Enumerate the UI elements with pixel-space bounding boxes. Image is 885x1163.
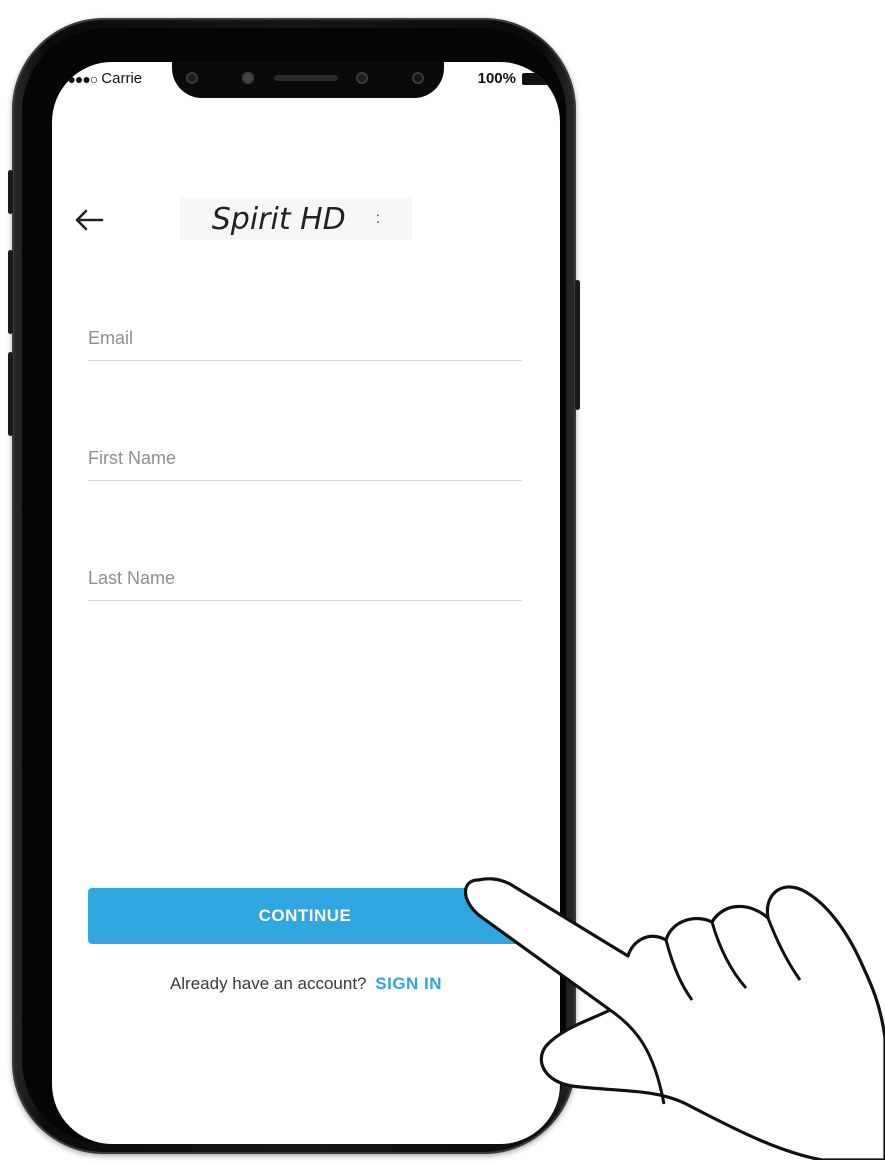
email-field[interactable]	[88, 316, 522, 360]
carrier-label: Carrie	[101, 70, 143, 87]
page-title-container: Spirit HD :	[180, 198, 412, 240]
phone-frame: ●●●●○ Carrie 100% Spirit HD: Email Firs…	[8, 18, 580, 1154]
sign-in-link[interactable]: SIGN IN	[375, 974, 442, 993]
signin-row: Already have an account? SIGN IN	[52, 974, 560, 994]
signal-dots-icon: ●●●●○	[60, 70, 98, 87]
status-bar-right: 100%	[478, 70, 556, 87]
title-suffix: :	[375, 210, 381, 227]
arrow-left-icon[interactable]	[74, 208, 104, 232]
mute-switch	[8, 170, 13, 214]
last-name-field[interactable]	[88, 556, 522, 600]
email-field-wrapper	[88, 316, 522, 361]
face-id-sensor-icon	[412, 72, 424, 84]
first-name-field-wrapper	[88, 436, 522, 481]
arrow-left-icon-svg	[75, 209, 104, 231]
battery-icon	[522, 72, 556, 85]
phone-screen: ●●●●○ Carrie 100% Spirit HD: Email Firs…	[52, 62, 560, 1144]
sensor-icon	[242, 72, 254, 84]
last-name-field-wrapper	[88, 556, 522, 601]
status-bar-left: ●●●●○ Carrie	[60, 70, 142, 87]
volume-down-button	[8, 352, 13, 436]
front-camera-icon	[186, 72, 198, 84]
page-title: Spirit HD	[211, 201, 346, 237]
volume-up-button	[8, 250, 13, 334]
earpiece-speaker	[274, 75, 338, 81]
proximity-sensor-icon	[356, 72, 368, 84]
battery-percent: 100%	[477, 70, 516, 87]
notch	[172, 62, 444, 98]
power-button	[575, 280, 580, 410]
continue-button[interactable]: CONTINUE	[88, 888, 522, 944]
stage: ●●●●○ Carrie 100% Spirit HD: Email Firs…	[0, 0, 885, 1163]
signin-prompt: Already have an account?	[169, 974, 367, 993]
first-name-field[interactable]	[88, 436, 522, 480]
